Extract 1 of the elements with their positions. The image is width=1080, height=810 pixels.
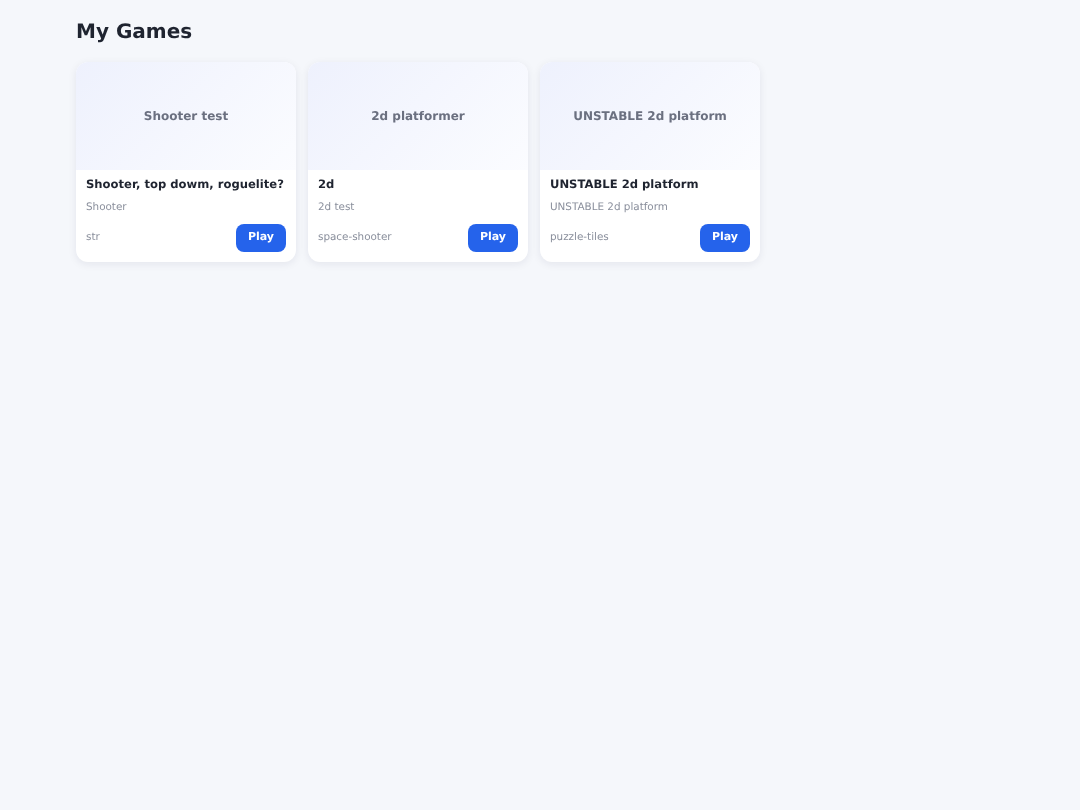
page-title: My Games	[76, 22, 195, 44]
